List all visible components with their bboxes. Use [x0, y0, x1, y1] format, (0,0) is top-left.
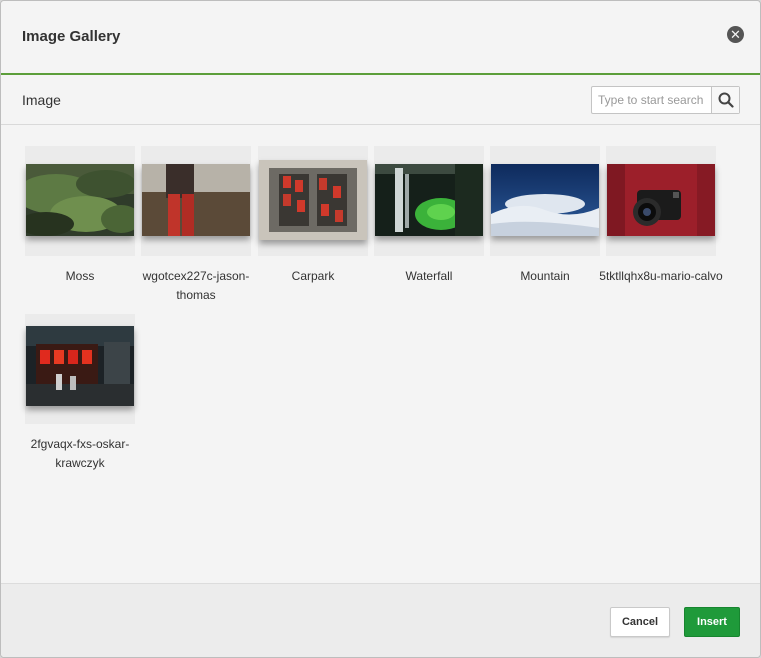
search-button[interactable]	[711, 87, 739, 113]
thumbnail-image	[375, 164, 483, 236]
image-name: Mountain	[520, 269, 570, 283]
thumbnail-frame	[258, 146, 368, 256]
dialog-title: Image Gallery	[22, 28, 121, 45]
search-input[interactable]	[592, 87, 711, 113]
image-name: 2fgvaqx-fxs-oskar-krawczyk	[30, 437, 130, 470]
cancel-button[interactable]: Cancel	[610, 607, 670, 637]
thumbnail-image	[491, 164, 599, 236]
thumbnail-image	[142, 164, 250, 236]
image-name: Moss	[65, 269, 95, 283]
thumbnail-frame	[606, 146, 716, 256]
thumbnail-frame	[490, 146, 600, 256]
image-name: Carpark	[291, 269, 335, 283]
search-icon	[718, 92, 734, 108]
thumbnail-image	[259, 160, 367, 240]
image-grid: Moss wgotcex227c-jason-thomas Carpark Wa…	[1, 126, 760, 583]
image-gallery-dialog: Image Gallery ✕ Image Type to start sear…	[0, 0, 761, 658]
dialog-header: Image Gallery ✕	[1, 1, 760, 75]
thumbnail-frame	[141, 146, 251, 256]
thumbnail-image	[607, 164, 715, 236]
thumbnail-frame	[25, 314, 135, 424]
thumbnail-image	[26, 164, 134, 236]
thumbnail-frame	[374, 146, 484, 256]
insert-button[interactable]: Insert	[684, 607, 740, 637]
thumbnail-image	[26, 326, 134, 406]
dialog-footer: Cancel Insert	[1, 583, 760, 657]
image-name: wgotcex227c-jason-thomas	[142, 269, 250, 302]
image-name: 5tktllqhx8u-mario-calvo	[599, 269, 723, 283]
thumbnail-frame	[25, 146, 135, 256]
search-box	[591, 86, 740, 114]
gallery-toolbar: Image	[1, 75, 760, 125]
close-icon[interactable]: ✕	[727, 26, 744, 43]
toolbar-label: Image	[22, 92, 61, 108]
image-name: Waterfall	[405, 269, 453, 283]
